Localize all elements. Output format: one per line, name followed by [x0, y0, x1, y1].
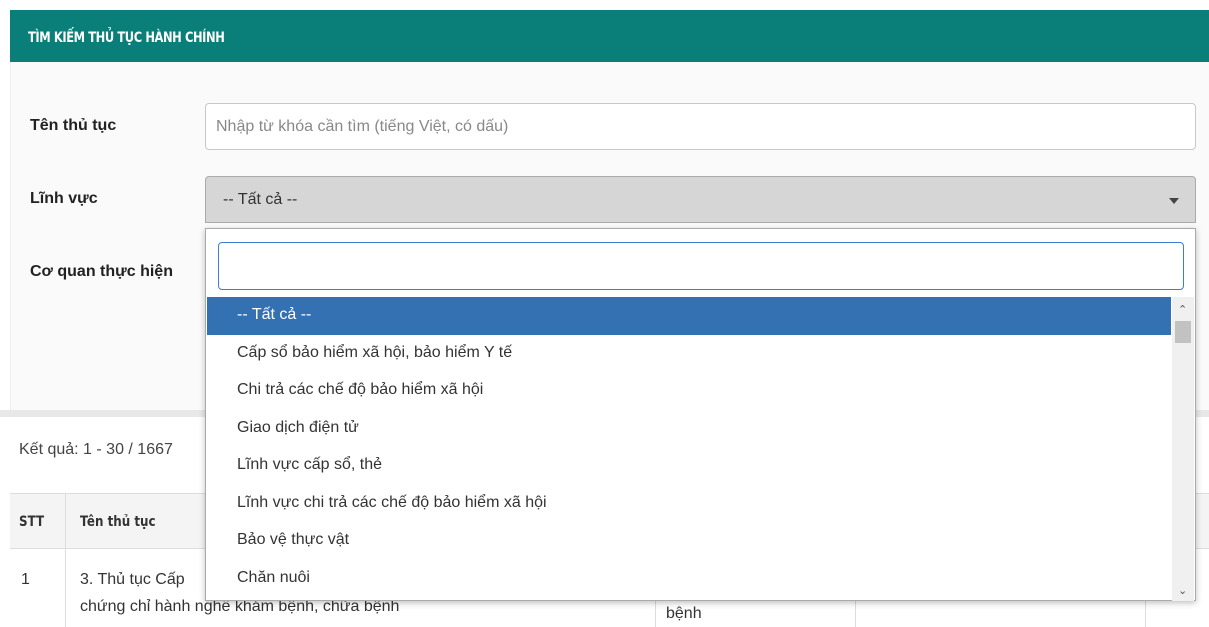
dropdown-option[interactable]: Chăn nuôi — [207, 560, 1171, 598]
field-select-value: -- Tất cả -- — [223, 191, 298, 208]
dropdown-search-input[interactable] — [218, 242, 1184, 290]
field-dropdown: -- Tất cả -- Cấp sổ bảo hiểm xã hội, bảo … — [205, 228, 1196, 601]
dropdown-option[interactable]: Cấp sổ bảo hiểm xã hội, bảo hiểm Y tế — [207, 335, 1171, 373]
agency-label: Cơ quan thực hiện — [30, 263, 173, 280]
caret-down-icon — [1169, 198, 1179, 204]
field-label: Lĩnh vực — [30, 190, 98, 207]
dropdown-scrollbar[interactable]: ⌃ ⌄ — [1172, 297, 1194, 601]
column-divider — [65, 493, 66, 627]
result-summary: Kết quả: 1 - 30 / 1667 — [19, 441, 173, 458]
field-select[interactable]: -- Tất cả -- — [205, 176, 1196, 223]
scroll-up-icon[interactable]: ⌃ — [1178, 303, 1187, 316]
dropdown-option[interactable]: Lĩnh vực cấp sổ, thẻ — [207, 447, 1171, 485]
scrollbar-thumb[interactable] — [1175, 321, 1191, 343]
procedure-name-label: Tên thủ tục — [30, 117, 117, 134]
dropdown-option[interactable]: Lĩnh vực chi trả các chế độ bảo hiểm xã … — [207, 485, 1171, 523]
dropdown-option[interactable]: Bảo vệ thực vật — [207, 522, 1171, 560]
dropdown-option[interactable]: Giao dịch điện tử — [207, 410, 1171, 448]
column-header-stt: STT — [19, 514, 45, 530]
dropdown-option[interactable]: Chi trả các chế độ bảo hiểm xã hội — [207, 372, 1171, 410]
page-title: TÌM KIẾM THỦ TỤC HÀNH CHÍNH — [28, 30, 225, 46]
column-header-name: Tên thủ tục — [80, 514, 156, 530]
scroll-down-icon[interactable]: ⌄ — [1178, 584, 1187, 597]
row-name-line1[interactable]: 3. Thủ tục Cấp — [80, 566, 185, 593]
row-field: bệnh — [666, 605, 702, 622]
row-stt: 1 — [21, 571, 30, 588]
dropdown-options-list: -- Tất cả -- Cấp sổ bảo hiểm xã hội, bảo … — [207, 297, 1171, 601]
procedure-name-input[interactable] — [205, 103, 1196, 150]
dropdown-option[interactable]: -- Tất cả -- — [207, 297, 1171, 335]
